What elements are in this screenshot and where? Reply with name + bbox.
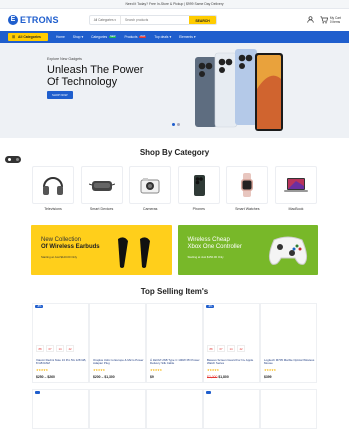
product-grid-row2 [32,389,317,429]
product-card[interactable]: -9% 88 07 14 42 Baseus Screen Guard For N+ … [203,303,260,383]
rating-stars: ★★★★★ [93,368,105,372]
menu-icon: ☰ [12,35,16,39]
search-bar: All Categories ▾ SEARCH [88,15,217,25]
banner-line1: Wireless Cheap [187,237,230,243]
product-name[interactable]: Logitech M705 Marble Optical Wireless Mo… [264,358,316,366]
controller-image [268,236,308,265]
banner-line3: Starting at Just $150.00 Only [187,255,224,259]
banner-line2: Of Wireless Earbuds [41,244,100,250]
laptop-icon [283,178,308,192]
product-price: $399 [264,375,272,379]
product-card[interactable] [32,389,89,429]
category-item[interactable]: MacBook [274,166,318,211]
product-name[interactable]: Á 1ECM USB Type C 100W PD Power Delivery… [150,358,202,366]
top-announcement-bar: Need it Today? Free In-Store & Pickup | … [0,0,349,9]
vr-headset-icon [88,181,115,191]
all-categories-button[interactable]: ☰ All Categories [8,33,48,41]
main-nav: ☰ All Categories Home Shop ▾ Categories NE… [0,31,349,43]
slider-dot[interactable] [172,123,175,126]
cart-items: 0 items [329,20,341,24]
category-section-title: Shop By Category [139,148,210,157]
new-badge: NEW [109,36,117,38]
nav-item-categories[interactable]: Categories NEW [91,35,117,39]
category-item[interactable]: Phones [177,166,221,211]
hero-subtitle: Explore New Gadgets [47,57,82,61]
theme-toggle[interactable] [5,156,21,163]
sun-icon [7,158,11,161]
product-card[interactable] [146,389,203,429]
header-actions: My Cart 0 items [307,11,341,29]
watch-icon [241,173,254,197]
product-card[interactable]: Oraplus Usbc to Europe & Micro Power Ada… [89,303,146,383]
product-price: $200 – $1,300 [93,375,115,379]
rating-stars: ★★★★★ [36,368,48,372]
product-card[interactable] [260,389,317,429]
category-item[interactable]: Televisions [31,166,75,211]
earbuds-image [117,237,150,268]
slider-dots [172,123,180,126]
nav-item-top-deals[interactable]: Top deals ▾ [154,35,171,39]
countdown-timer: 88 07 14 42 [207,345,245,352]
xbox-promo-banner[interactable]: Wireless Cheap Xbox One Controller Start… [177,225,318,275]
cart-button[interactable]: My Cart 0 items [320,11,341,29]
product-name[interactable]: Xiaomi Redmi Note 13 Pro 5G 128 GB, 8 GB… [36,358,88,366]
cart-icon [320,11,328,29]
product-card[interactable]: Logitech M705 Marble Optical Wireless Mo… [260,303,317,383]
discount-badge: -9% [206,305,215,308]
product-price: $250 – $260 [36,375,55,379]
search-input[interactable] [121,16,190,24]
phone-icon [193,175,205,196]
nav-item-home[interactable]: Home [56,35,65,39]
logo-text: ETRONS [20,15,59,25]
headphones-icon [43,177,63,195]
search-category-select[interactable]: All Categories ▾ [90,16,122,24]
rating-stars: ★★★★★ [207,368,219,372]
product-grid: -8% 88 07 14 42 Xiaomi Redmi Note 13 Pro 5G… [0,303,349,383]
rating-stars: ★★★★★ [264,368,276,372]
announcement-text: Need it Today? Free In-Store & Pickup | … [125,2,224,6]
earbuds-promo-banner[interactable]: New Collection Of Wireless Earbuds Start… [31,225,172,275]
hero-title: Unleash The Power Of Technology [47,64,144,88]
old-price: $2,000 [207,375,218,379]
banner-line2: Xbox One Controller [187,244,242,250]
shop-now-button[interactable]: SHOP NOW [47,91,73,99]
category-item[interactable]: Smart Devices [80,166,124,211]
hero-banner: Explore New Gadgets Unleash The Power Of… [0,43,349,138]
rating-stars: ★★★★★ [150,368,162,372]
category-list: Televisions Smart Devices Cameras Phones… [0,166,349,211]
logo[interactable]: E ETRONS [8,15,59,25]
product-name[interactable]: Baseus Screen Guard For N+ Apple Watch S… [207,358,259,366]
moon-icon [15,158,19,161]
banner-line1: New Collection [41,237,82,243]
top-selling-title: Top Selling Item's [140,287,209,296]
logo-icon: E [8,15,18,25]
discount-badge [206,391,211,394]
product-card[interactable]: Á 1ECM USB Type C 100W PD Power Delivery… [146,303,203,383]
site-header: E ETRONS All Categories ▾ SEARCH My Cart… [0,9,349,31]
discount-badge: -8% [35,305,44,308]
product-name[interactable]: Oraplus Usbc to Europe & Micro Power Ada… [93,358,145,366]
category-item[interactable]: Cameras [128,166,172,211]
promo-banners: New Collection Of Wireless Earbuds Start… [0,225,349,275]
banner-line3: Starting at Just $120.00 Only [41,255,78,259]
countdown-timer: 88 07 14 42 [36,345,74,352]
account-icon[interactable] [307,15,314,25]
product-card[interactable] [89,389,146,429]
nav-item-products[interactable]: Products HOT [124,35,147,39]
product-price: $9 [150,375,154,379]
slider-dot[interactable] [177,123,180,126]
product-card[interactable]: -8% 88 07 14 42 Xiaomi Redmi Note 13 Pro 5G… [32,303,89,383]
camera-icon [140,178,160,194]
nav-item-shop[interactable]: Shop ▾ [73,35,83,39]
discount-badge [35,391,40,394]
nav-item-elements[interactable]: Elements ▾ [179,35,195,39]
product-price: $2,000 $1,800 [207,375,229,379]
search-button[interactable]: SEARCH [189,16,216,24]
hot-badge: HOT [139,36,147,38]
category-item[interactable]: Smart Watches [225,166,269,211]
product-card[interactable] [203,389,260,429]
